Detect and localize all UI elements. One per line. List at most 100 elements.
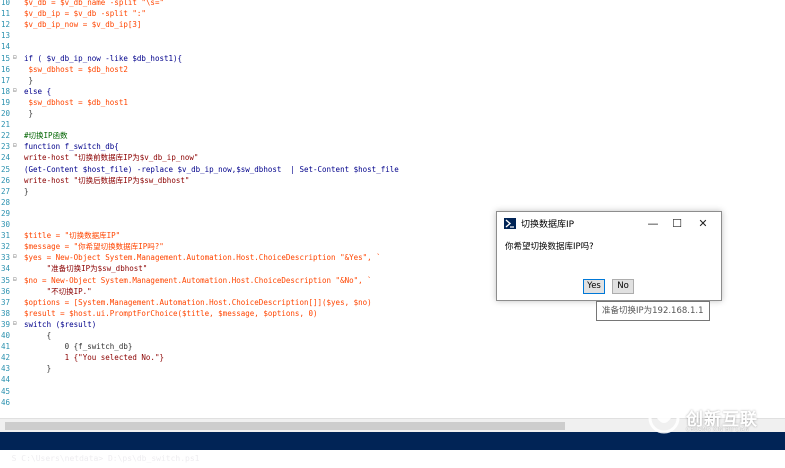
code-line[interactable]: 25 (Get-Content $host_file) -replace $v_d…: [0, 164, 785, 175]
code-text: "准备切换IP为$sw_dbhost": [24, 264, 148, 274]
line-number: 24: [0, 153, 10, 163]
dialog-title: 切换数据库IP: [521, 220, 575, 230]
code-line[interactable]: 17 }: [0, 75, 785, 86]
line-number: 13: [0, 31, 10, 41]
code-text: $options = [System.Management.Automation…: [24, 297, 372, 307]
line-number: 39: [0, 319, 10, 329]
line-number: 14: [0, 42, 10, 52]
code-text: $v_db_ip = $v_db -split ":": [24, 9, 146, 19]
code-line[interactable]: 10 $v_db = $v_db_name -split "\s=": [0, 0, 785, 8]
line-number: 43: [0, 364, 10, 374]
line-number: 42: [0, 353, 10, 363]
collapse-icon[interactable]: ⊟: [13, 254, 19, 260]
collapse-icon[interactable]: ⊟: [13, 54, 19, 61]
code-line[interactable]: 44: [0, 374, 785, 385]
line-number: 41: [0, 342, 10, 352]
line-number: 10: [0, 0, 10, 7]
brand-logo-icon: [648, 402, 680, 434]
dialog-message: 你希望切换数据库IP吗?: [505, 242, 594, 252]
code-text: #切换IP函数: [24, 131, 68, 141]
line-number: 26: [0, 175, 10, 185]
collapse-icon[interactable]: ⊟: [13, 320, 19, 327]
line-number: 17: [0, 75, 10, 85]
line-number: 29: [0, 208, 10, 218]
brand-subtitle: CHUANG XIN HU LIAN: [686, 427, 750, 433]
code-text: $v_db_ip_now = $v_db_ip[3]: [24, 20, 142, 30]
code-text: $message = "你希望切换数据库IP吗?": [24, 242, 164, 252]
collapse-icon[interactable]: ⊟: [13, 143, 19, 149]
code-line[interactable]: 16 $sw_dbhost = $db_host2: [0, 64, 785, 75]
line-number: 33: [0, 253, 10, 263]
line-number: 25: [0, 164, 10, 174]
code-line[interactable]: 41 0 {f_switch_db}: [0, 341, 785, 352]
code-text: {: [24, 331, 52, 340]
line-number: 21: [0, 120, 10, 130]
close-icon[interactable]: ✕: [693, 215, 713, 233]
line-number: 34: [0, 264, 10, 274]
code-line[interactable]: 27}: [0, 186, 785, 197]
line-number: 36: [0, 286, 10, 296]
code-line[interactable]: 20 }: [0, 108, 785, 119]
code-line[interactable]: 28: [0, 197, 785, 208]
code-text: $v_db = $v_db_name -split "\s=": [24, 0, 164, 7]
line-number: 37: [0, 297, 10, 307]
line-number: 19: [0, 97, 10, 107]
script-editor[interactable]: 10 $v_db = $v_db_name -split "\s=" 11 $v_db…: [0, 0, 785, 418]
code-line[interactable]: 21: [0, 119, 785, 130]
line-number: 38: [0, 308, 10, 318]
code-text: }: [24, 109, 34, 118]
code-text: 0 {f_switch_db}: [24, 342, 133, 352]
code-text: $no = New-Object System.Management.Autom…: [24, 275, 372, 285]
watermark: 创新互联 CHUANG XIN HU LIAN: [648, 400, 783, 440]
code-line[interactable]: 14: [0, 41, 785, 52]
yes-button[interactable]: Yes: [583, 279, 605, 294]
code-line[interactable]: 40 {: [0, 330, 785, 341]
no-button[interactable]: No: [612, 279, 634, 294]
code-line[interactable]: 22 #切换IP函数: [0, 130, 785, 141]
line-number: 22: [0, 131, 10, 141]
code-line[interactable]: 23 ⊟ function f_switch_db{: [0, 141, 785, 152]
powershell-icon: [504, 218, 516, 229]
code-line[interactable]: 18 ⊟ else {: [0, 86, 785, 97]
code-text: $sw_dbhost = $db_host2: [24, 64, 128, 74]
line-number: 28: [0, 197, 10, 207]
code-text: switch ($result): [24, 319, 97, 329]
code-text: $sw_dbhost = $db_host1: [24, 97, 128, 107]
line-number: 46: [0, 397, 10, 407]
code-line[interactable]: 19 $sw_dbhost = $db_host1: [0, 97, 785, 108]
yes-tooltip: 准备切换IP为192.168.1.1: [596, 301, 710, 321]
line-number: 44: [0, 375, 10, 385]
line-number: 18: [0, 86, 10, 96]
code-text: function f_switch_db{: [24, 142, 119, 152]
line-number: 45: [0, 386, 10, 396]
code-text: $yes = New-Object System.Management.Auto…: [24, 253, 381, 263]
code-text: $result = $host.ui.PromptForChoice($titl…: [24, 308, 318, 318]
code-line[interactable]: 45: [0, 386, 785, 397]
code-text: 1 {"You selected No."}: [24, 353, 164, 363]
dialog-titlebar[interactable]: 切换数据库IP — ☐ ✕: [497, 212, 721, 236]
minimize-icon[interactable]: —: [643, 215, 663, 233]
code-text: "不切换IP.": [24, 286, 92, 296]
code-line[interactable]: 26 write-host "切换后数据库IP为$sw_dbhost": [0, 175, 785, 186]
collapse-icon[interactable]: ⊟: [13, 87, 19, 94]
collapse-icon[interactable]: ⊟: [13, 276, 19, 283]
code-text: write-host "切换后数据库IP为$sw_dbhost": [24, 175, 190, 185]
code-line[interactable]: 13: [0, 30, 785, 41]
code-line[interactable]: 42 1 {"You selected No."}: [0, 352, 785, 363]
code-text: $title = "切换数据库IP": [24, 231, 121, 241]
code-line[interactable]: 43 }: [0, 363, 785, 374]
maximize-icon[interactable]: ☐: [667, 215, 687, 233]
code-text: else {: [24, 86, 52, 96]
code-line[interactable]: 24 write-host "切换前数据库IP为$v_db_ip_now": [0, 152, 785, 163]
code-line[interactable]: 11 $v_db_ip = $v_db -split ":": [0, 8, 785, 19]
line-number: 11: [0, 9, 10, 19]
code-line[interactable]: 15 ⊟ if ( $v_db_ip_now -like $db_host1){: [0, 53, 785, 64]
code-text: }: [24, 75, 34, 85]
line-number: 31: [0, 231, 10, 241]
line-number: 15: [0, 53, 10, 63]
line-number: 35: [0, 275, 10, 285]
code-text: (Get-Content $host_file) -replace $v_db_…: [24, 164, 399, 174]
code-line[interactable]: 12 $v_db_ip_now = $v_db_ip[3]: [0, 19, 785, 30]
scrollbar-thumb[interactable]: [5, 422, 565, 430]
code-text: }: [24, 186, 29, 196]
